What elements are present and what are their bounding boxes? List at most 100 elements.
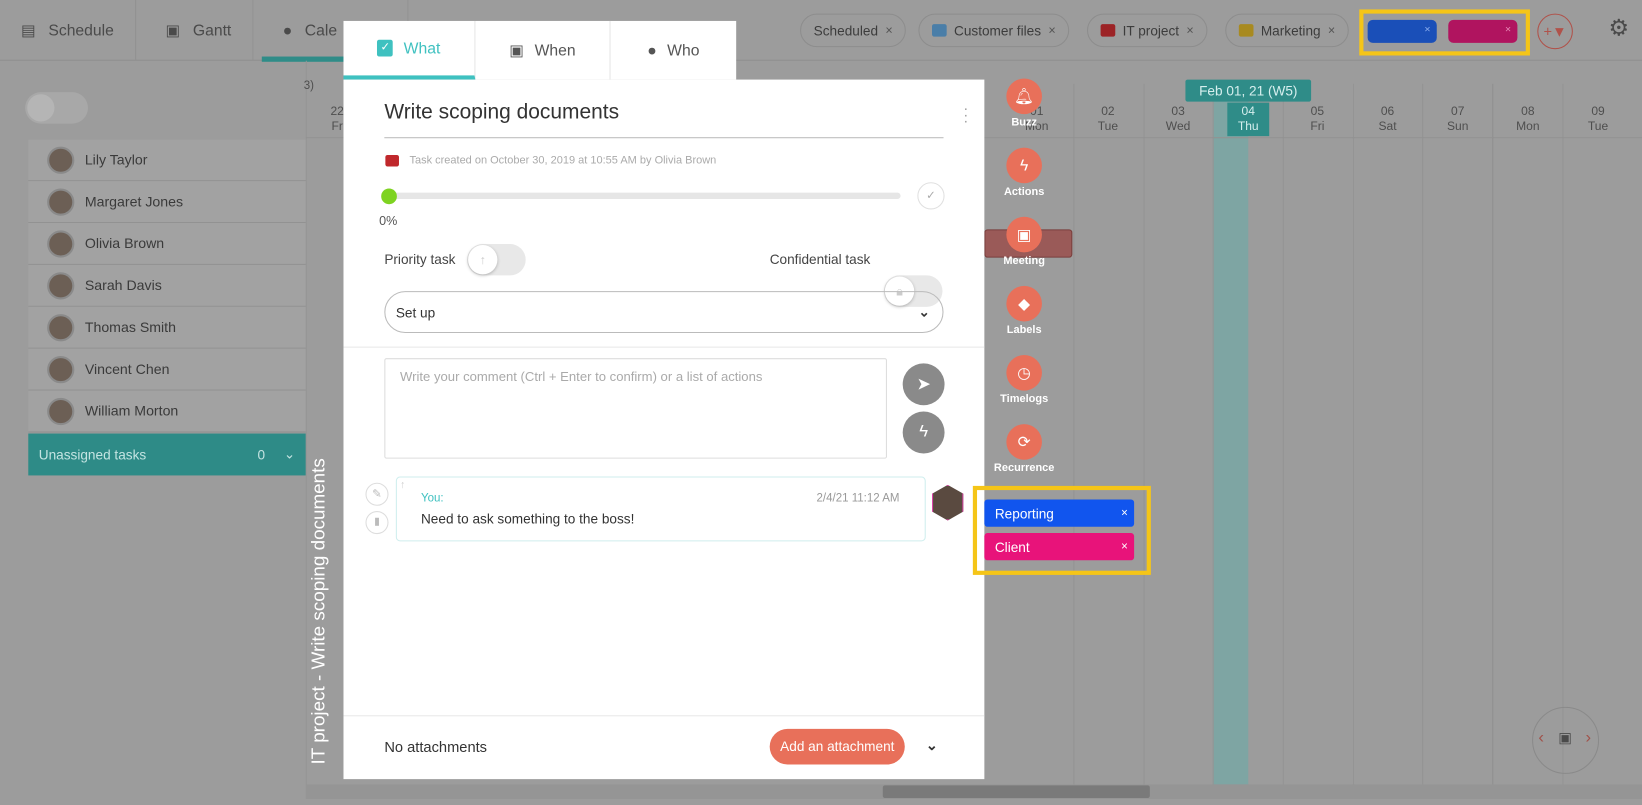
list-item[interactable]: Vincent Chen xyxy=(28,348,306,391)
more-vertical-icon[interactable]: · · · xyxy=(963,101,968,128)
unassigned-tasks-row[interactable]: Unassigned tasks 0 ⌄ xyxy=(28,433,306,476)
status-select[interactable]: Set up ⌄ xyxy=(384,291,944,334)
filter-chip-marketing[interactable]: Marketing × xyxy=(1225,13,1349,48)
priority-toggle[interactable]: ↑ xyxy=(467,243,526,276)
filter-chip-it-project[interactable]: IT project × xyxy=(1086,13,1208,48)
close-icon[interactable]: × xyxy=(1328,23,1335,38)
chevron-down-icon[interactable]: ⌄ xyxy=(926,736,938,754)
complete-check-icon[interactable]: ✓ xyxy=(917,182,945,210)
week-label-partial: 3) xyxy=(303,79,314,93)
scrollbar-thumb[interactable] xyxy=(882,785,1150,798)
close-icon[interactable]: × xyxy=(1505,24,1511,36)
calendar-icon: ▣ xyxy=(509,41,525,60)
tab-what[interactable]: ✓ What xyxy=(343,20,476,80)
day-header: 02 Tue xyxy=(1097,105,1119,133)
list-item[interactable]: Olivia Brown xyxy=(28,223,306,265)
day-header: 06 Sat xyxy=(1378,105,1397,133)
calendar-icon: ▣ xyxy=(1006,216,1042,253)
tag-filter-client[interactable]: × xyxy=(1448,19,1518,43)
user-circle-icon: ● xyxy=(282,21,293,40)
vertical-task-title: IT project - Write scoping documents xyxy=(307,458,329,765)
action-recurrence[interactable]: ⟳ Recurrence xyxy=(994,424,1054,474)
user-circle-icon: ● xyxy=(647,41,657,60)
briefcase-icon xyxy=(932,24,947,37)
lightning-icon: ϟ xyxy=(1006,147,1042,184)
chevron-down-icon: ⌄ xyxy=(918,303,930,320)
calendar-icon[interactable]: ▣ xyxy=(1558,729,1572,747)
close-icon[interactable]: × xyxy=(1186,23,1193,38)
avatar xyxy=(932,484,964,521)
tag-icon: ◆ xyxy=(1006,285,1042,322)
list-item[interactable]: Sarah Davis xyxy=(28,264,306,307)
date-navigator: ‹ ▣ › xyxy=(1532,706,1600,774)
arrow-up-icon: ↑ xyxy=(400,479,406,492)
day-header: 07 Sun xyxy=(1446,105,1469,133)
close-icon[interactable]: × xyxy=(1121,540,1128,553)
close-icon[interactable]: × xyxy=(1121,507,1128,520)
briefcase-icon xyxy=(385,154,399,167)
chevron-right-icon[interactable]: › xyxy=(1585,729,1591,748)
close-icon[interactable]: × xyxy=(885,23,892,38)
toggle-switch[interactable] xyxy=(25,92,88,124)
sync-icon: ⟳ xyxy=(1006,424,1042,460)
tag-client[interactable]: Client × xyxy=(984,533,1135,561)
progress-handle[interactable] xyxy=(381,188,397,205)
add-filter-icon[interactable]: +▼ xyxy=(1537,13,1573,50)
list-item[interactable]: William Morton xyxy=(28,390,306,433)
avatar xyxy=(47,271,75,299)
task-modal: Write scoping documents · · · Task created… xyxy=(343,79,985,780)
comment-input[interactable]: Write your comment (Ctrl + Enter to conf… xyxy=(384,358,887,459)
tag-reporting[interactable]: Reporting × xyxy=(984,499,1135,527)
tag-filter-reporting[interactable]: × xyxy=(1367,19,1437,43)
calendar-icon: ▣ xyxy=(165,21,181,40)
action-actions[interactable]: ϟ Actions xyxy=(1003,147,1045,198)
avatar xyxy=(47,397,75,425)
avatar xyxy=(47,187,75,216)
tab-gantt[interactable]: ▣ Gantt xyxy=(145,0,254,61)
calendar-list-icon: ▤ xyxy=(20,21,36,40)
arrow-up-icon: ↑ xyxy=(468,245,498,275)
tab-when[interactable]: ▣ When xyxy=(475,20,611,80)
bell-icon: 🔔︎ xyxy=(1006,78,1042,115)
action-timelogs[interactable]: ◷ Timelogs xyxy=(1000,355,1048,405)
active-tab-indicator xyxy=(261,56,346,62)
filter-chip-customer-files[interactable]: Customer files × xyxy=(918,13,1070,48)
chevron-down-icon[interactable]: ⌄ xyxy=(284,446,295,463)
close-icon[interactable]: × xyxy=(1048,23,1055,38)
today-column xyxy=(1212,83,1249,786)
send-icon[interactable]: ➤ xyxy=(902,363,945,406)
day-header: 09 Tue xyxy=(1587,105,1609,133)
comment-card: ↑ You: 2/4/21 11:12 AM Need to ask somet… xyxy=(395,476,926,542)
list-item[interactable]: Lily Taylor xyxy=(28,139,306,182)
top-bar: ▤ Schedule ▣ Gantt ● Cale Scheduled × Custom… xyxy=(0,0,1642,62)
avatar xyxy=(47,355,75,383)
add-attachment-button[interactable]: Add an attachment xyxy=(769,728,905,765)
tab-who[interactable]: ● Who xyxy=(610,20,737,80)
priority-label: Priority task xyxy=(384,251,456,268)
action-buzz[interactable]: 🔔︎ Buzz xyxy=(1003,78,1045,129)
week-label: Feb 01, 21 (W5) xyxy=(1185,79,1312,102)
progress-label: 0% xyxy=(379,213,398,229)
list-item[interactable]: Margaret Jones xyxy=(28,181,306,224)
day-header: 03 Wed xyxy=(1165,105,1191,133)
progress-slider[interactable] xyxy=(385,192,901,199)
task-title-input[interactable]: Write scoping documents xyxy=(384,101,944,139)
attachments-label: No attachments xyxy=(384,738,488,756)
chevron-left-icon[interactable]: ‹ xyxy=(1538,729,1544,748)
tab-schedule[interactable]: ▤ Schedule xyxy=(0,0,136,61)
trash-icon[interactable]: ▮ xyxy=(365,511,389,535)
filter-chip-scheduled[interactable]: Scheduled × xyxy=(800,13,907,48)
briefcase-icon xyxy=(1100,24,1116,37)
day-header: 08 Mon xyxy=(1516,105,1540,133)
list-item[interactable]: Thomas Smith xyxy=(28,306,306,349)
action-labels[interactable]: ◆ Labels xyxy=(1003,285,1045,336)
edit-icon[interactable]: ✎ xyxy=(365,482,389,506)
avatar xyxy=(47,229,75,258)
avatar xyxy=(47,146,75,174)
lightning-icon[interactable]: ϟ xyxy=(902,411,945,454)
action-meeting[interactable]: ▣ Meeting xyxy=(1003,216,1045,267)
close-icon[interactable]: × xyxy=(1424,24,1430,36)
day-header: 05 Fri xyxy=(1310,105,1325,133)
avatar xyxy=(47,313,75,341)
gear-icon[interactable]: ⚙ xyxy=(1608,15,1629,42)
